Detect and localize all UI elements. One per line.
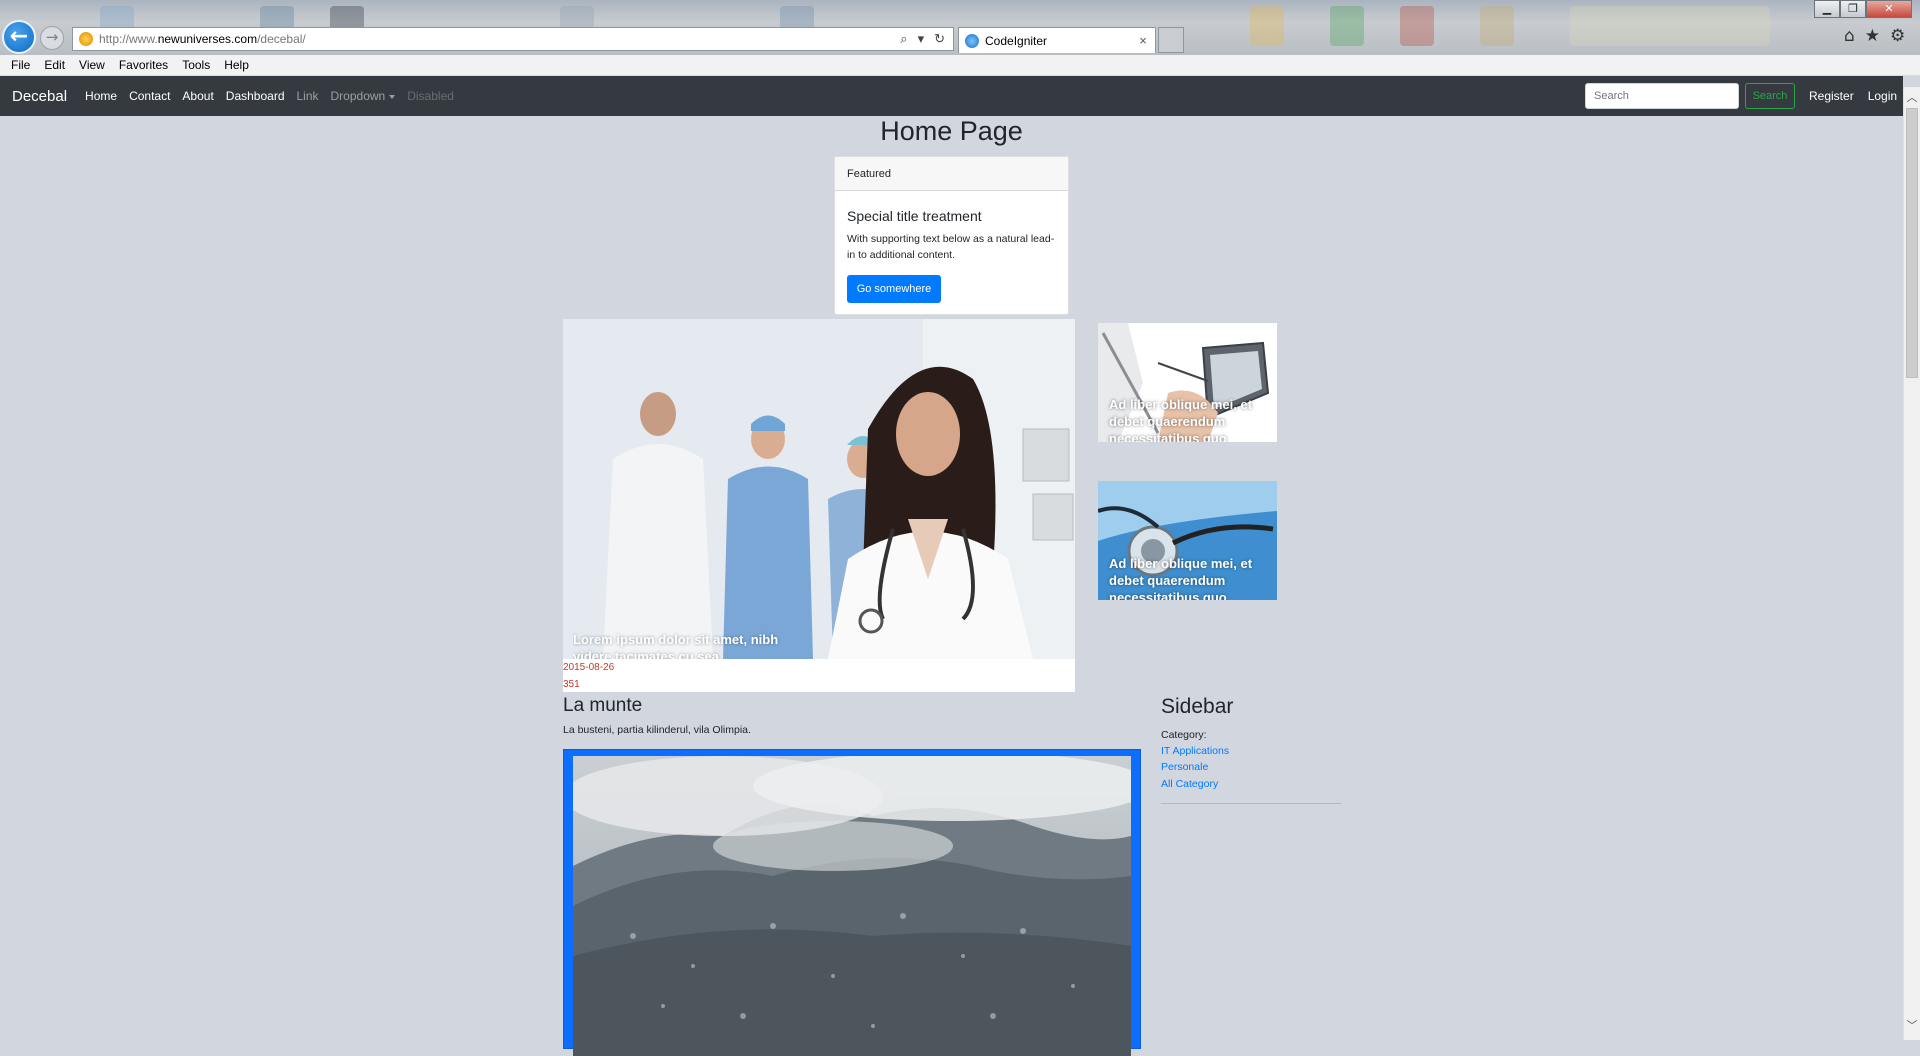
hero-caption[interactable]: Lorem ipsum dolor sit amet, nibh videre … xyxy=(573,631,803,659)
nav-home[interactable]: Home xyxy=(85,89,117,103)
nav-dropdown[interactable]: Dropdown xyxy=(331,89,396,103)
category-link-it-applications[interactable]: IT Applications xyxy=(1161,745,1229,757)
thumbnail-article-1[interactable]: Ad liber oblique mei, et debet quaerendu… xyxy=(1098,323,1277,442)
category-link-all[interactable]: All Category xyxy=(1161,778,1218,790)
nav-link[interactable]: Link xyxy=(297,89,319,103)
search-input[interactable] xyxy=(1585,83,1739,109)
browser-tools: ⌂ ★ ⚙ xyxy=(1844,26,1905,46)
close-tab-icon[interactable]: × xyxy=(1135,33,1151,48)
taskbar-tile xyxy=(1570,6,1770,46)
back-button[interactable]: ← xyxy=(2,20,36,54)
card-text: With supporting text below as a natural … xyxy=(847,233,1055,261)
forward-button[interactable]: → xyxy=(40,26,64,50)
hero-views-count: 351 xyxy=(563,679,580,690)
scroll-down-icon[interactable]: ﹀ xyxy=(1904,1017,1920,1034)
thumbnail-caption[interactable]: Ad liber oblique mei, et debet quaerendu… xyxy=(1109,555,1269,600)
doctors-illustration xyxy=(563,319,1075,659)
hero-date: 2015-08-26 xyxy=(563,662,615,673)
address-bar[interactable]: http://www.newuniverses.com/decebal/ ⌕ ▾… xyxy=(72,27,954,51)
minimize-button[interactable]: ▁ xyxy=(1814,0,1840,18)
navbar-brand[interactable]: Decebal xyxy=(12,88,67,105)
menu-favorites[interactable]: Favorites xyxy=(112,58,175,72)
ie-page-icon xyxy=(965,33,979,48)
sidebar-title: Sidebar xyxy=(1161,695,1234,718)
menu-bar: File Edit View Favorites Tools Help xyxy=(0,55,1920,76)
scroll-up-icon[interactable]: ︿ xyxy=(1904,89,1920,106)
thumbnail-caption[interactable]: Ad liber oblique mei, et debet quaerendu… xyxy=(1109,396,1269,442)
tab-title: CodeIgniter xyxy=(985,33,1048,48)
page-favicon-icon xyxy=(79,32,93,46)
card-title: Special title treatment xyxy=(847,208,982,224)
menu-file[interactable]: File xyxy=(4,58,37,72)
hero-image[interactable]: Lorem ipsum dolor sit amet, nibh videre … xyxy=(563,319,1075,659)
taskbar-tile xyxy=(1480,6,1514,46)
menu-help[interactable]: Help xyxy=(217,58,256,72)
article-title[interactable]: La munte xyxy=(563,695,642,717)
thumbnail-article-2[interactable]: Ad liber oblique mei, et debet quaerendu… xyxy=(1098,481,1277,600)
register-link[interactable]: Register xyxy=(1809,89,1854,103)
caret-down-icon xyxy=(389,94,396,99)
category-label: Category: xyxy=(1161,729,1207,741)
mountain-image[interactable] xyxy=(573,756,1131,1056)
nav-about[interactable]: About xyxy=(182,89,213,103)
new-tab-button[interactable] xyxy=(1158,27,1184,53)
site-navbar: Decebal Home Contact About Dashboard Lin… xyxy=(0,76,1903,116)
restore-button[interactable]: ❐ xyxy=(1840,0,1866,18)
nav-dropdown-label: Dropdown xyxy=(330,89,386,103)
article-image-frame[interactable] xyxy=(563,749,1141,1056)
article-description: La busteni, partia kilinderul, vila Olim… xyxy=(563,724,751,736)
close-window-button[interactable]: ✕ xyxy=(1866,0,1912,18)
category-link-personale[interactable]: Personale xyxy=(1161,761,1208,773)
taskbar-tile xyxy=(1250,6,1284,46)
search-icon[interactable]: ⌕ xyxy=(900,31,907,47)
scroll-thumb[interactable] xyxy=(1906,108,1918,378)
hero-article[interactable]: Lorem ipsum dolor sit amet, nibh videre … xyxy=(563,319,1075,692)
nav-disabled: Disabled xyxy=(407,89,454,103)
taskbar-tile xyxy=(1330,6,1364,46)
search-button[interactable]: Search xyxy=(1745,83,1795,109)
menu-edit[interactable]: Edit xyxy=(37,58,72,72)
settings-gear-icon[interactable]: ⚙ xyxy=(1890,26,1905,46)
login-link[interactable]: Login xyxy=(1868,89,1897,103)
nav-dashboard[interactable]: Dashboard xyxy=(226,89,285,103)
page-scrollbar[interactable]: ︿ ﹀ xyxy=(1903,87,1920,1040)
url-text[interactable]: http://www.newuniverses.com/decebal/ xyxy=(99,32,900,46)
nav-contact[interactable]: Contact xyxy=(129,89,170,103)
sidebar-divider xyxy=(1161,803,1341,804)
home-icon[interactable]: ⌂ xyxy=(1844,26,1855,46)
page-title: Home Page xyxy=(880,116,1023,146)
featured-card: Featured Special title treatment With su… xyxy=(834,156,1069,315)
refresh-icon[interactable]: ↻ xyxy=(934,31,945,47)
favorites-star-icon[interactable]: ★ xyxy=(1865,26,1880,46)
dropdown-icon[interactable]: ▾ xyxy=(918,31,925,47)
menu-tools[interactable]: Tools xyxy=(175,58,217,72)
navbar-right: Search Register Login xyxy=(1585,83,1897,109)
card-header: Featured xyxy=(835,157,1068,191)
browser-tab[interactable]: CodeIgniter × xyxy=(958,27,1156,53)
browser-title-bar: ← → http://www.newuniverses.com/decebal/… xyxy=(0,0,1920,55)
taskbar-tile xyxy=(1400,6,1434,46)
window-controls: ▁ ❐ ✕ xyxy=(1814,0,1912,18)
snowy-mountain-illustration xyxy=(573,756,1131,1056)
go-somewhere-button[interactable]: Go somewhere xyxy=(847,275,941,303)
menu-view[interactable]: View xyxy=(72,58,112,72)
address-bar-icons: ⌕ ▾ ↻ xyxy=(900,31,953,47)
